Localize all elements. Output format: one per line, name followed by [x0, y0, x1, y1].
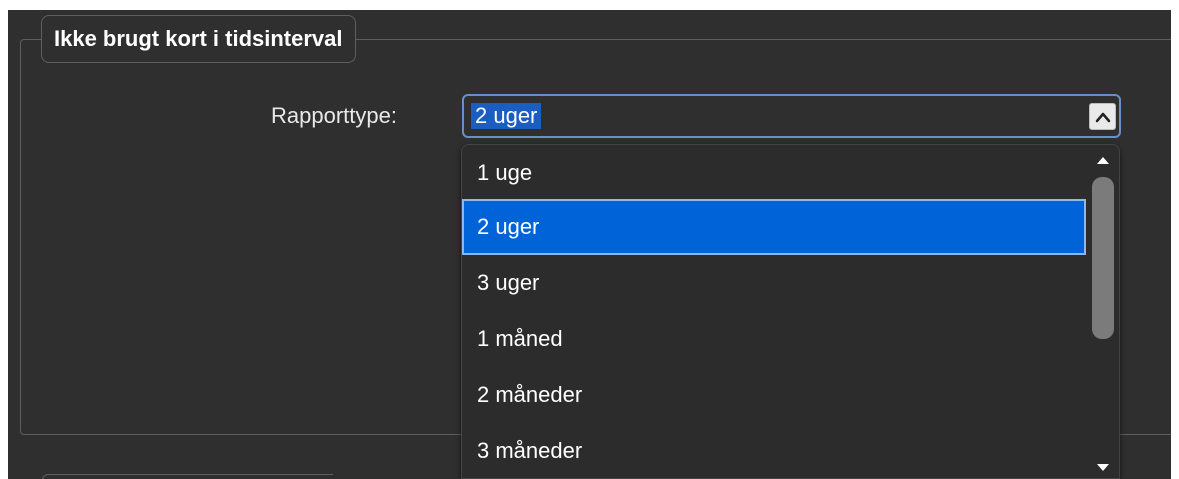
chevron-up-icon	[1095, 112, 1111, 123]
combo-toggle-button[interactable]	[1089, 103, 1116, 130]
report-type-combobox[interactable]: 2 uger	[462, 94, 1121, 138]
dropdown-option[interactable]: 1 måned	[462, 311, 1086, 367]
lower-group-edge	[42, 474, 333, 479]
report-type-dropdown-list[interactable]: 1 uge 2 uger 3 uger 1 måned 2 måneder 3 …	[461, 144, 1120, 479]
scroll-down-icon[interactable]	[1091, 458, 1115, 476]
dropdown-option[interactable]: 3 måneder	[462, 423, 1086, 478]
report-type-value[interactable]: 2 uger	[471, 103, 542, 129]
settings-panel: Ikke brugt kort i tidsinterval Rapportty…	[8, 10, 1171, 479]
report-type-label: Rapporttype:	[271, 103, 397, 128]
dropdown-option[interactable]: 1 uge	[462, 145, 1086, 201]
dropdown-option-selected[interactable]: 2 uger	[462, 199, 1086, 255]
scrollbar-thumb[interactable]	[1092, 177, 1114, 339]
dropdown-option[interactable]: 3 uger	[462, 255, 1086, 311]
group-title: Ikke brugt kort i tidsinterval	[41, 15, 356, 63]
scroll-up-icon[interactable]	[1091, 151, 1115, 169]
dropdown-option[interactable]: 2 måneder	[462, 367, 1086, 423]
